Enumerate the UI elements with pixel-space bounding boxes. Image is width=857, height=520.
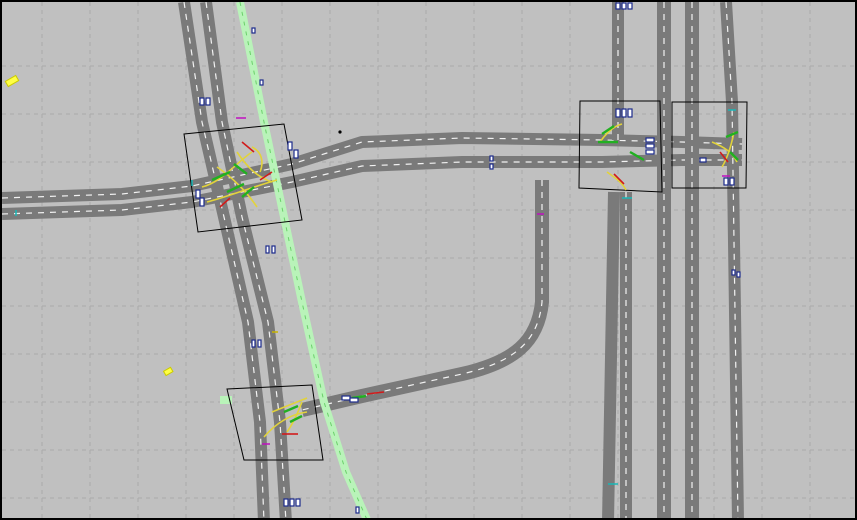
vehicle-icon[interactable] bbox=[349, 397, 359, 403]
vehicle-icon[interactable] bbox=[251, 339, 256, 348]
vehicle-icon[interactable] bbox=[736, 271, 741, 278]
vehicle-icon[interactable] bbox=[271, 245, 276, 254]
vehicle-icon[interactable] bbox=[615, 108, 621, 118]
vehicle-icon[interactable] bbox=[627, 108, 633, 118]
pedestrian-icon[interactable] bbox=[162, 366, 174, 377]
vehicle-icon[interactable] bbox=[289, 498, 295, 507]
vehicle-icon[interactable] bbox=[287, 141, 293, 151]
vehicle-icon[interactable] bbox=[615, 2, 621, 10]
pedestrians bbox=[4, 74, 342, 377]
vehicle-icon[interactable] bbox=[355, 506, 360, 514]
bike-lane bbox=[220, 2, 371, 518]
vehicle-icon[interactable] bbox=[489, 155, 494, 162]
map-viewport[interactable] bbox=[0, 0, 857, 520]
vehicle-icon[interactable] bbox=[489, 163, 494, 170]
vehicle-icon[interactable] bbox=[341, 395, 351, 401]
vehicle-icon[interactable] bbox=[699, 157, 707, 163]
vehicle-icon[interactable] bbox=[645, 143, 655, 149]
vehicle-icon[interactable] bbox=[729, 177, 735, 186]
vehicle-icon[interactable] bbox=[723, 177, 729, 186]
vehicle-icon[interactable] bbox=[205, 97, 211, 106]
vehicle-icon[interactable] bbox=[199, 197, 205, 207]
vehicle-icon[interactable] bbox=[257, 339, 262, 348]
pedestrian-icon[interactable] bbox=[4, 74, 20, 88]
vehicle-icon[interactable] bbox=[265, 245, 270, 254]
vehicle-icon[interactable] bbox=[621, 2, 627, 10]
vehicle-icon[interactable] bbox=[195, 189, 201, 199]
vehicle-icon[interactable] bbox=[645, 149, 655, 155]
vehicle-icon[interactable] bbox=[283, 498, 289, 507]
vehicle-icon[interactable] bbox=[627, 2, 633, 10]
road-network-map[interactable] bbox=[2, 2, 857, 520]
vehicle-icon[interactable] bbox=[293, 149, 299, 159]
vehicle-icon[interactable] bbox=[199, 97, 205, 106]
vehicle-icon[interactable] bbox=[645, 137, 655, 143]
vehicle-icon[interactable] bbox=[621, 108, 627, 118]
roads bbox=[2, 2, 744, 518]
vehicle-icon[interactable] bbox=[259, 79, 264, 86]
pedestrian-icon[interactable] bbox=[338, 130, 342, 134]
vehicle-icon[interactable] bbox=[295, 498, 301, 507]
vehicle-icon[interactable] bbox=[251, 27, 256, 34]
vehicle-icon[interactable] bbox=[731, 269, 736, 276]
